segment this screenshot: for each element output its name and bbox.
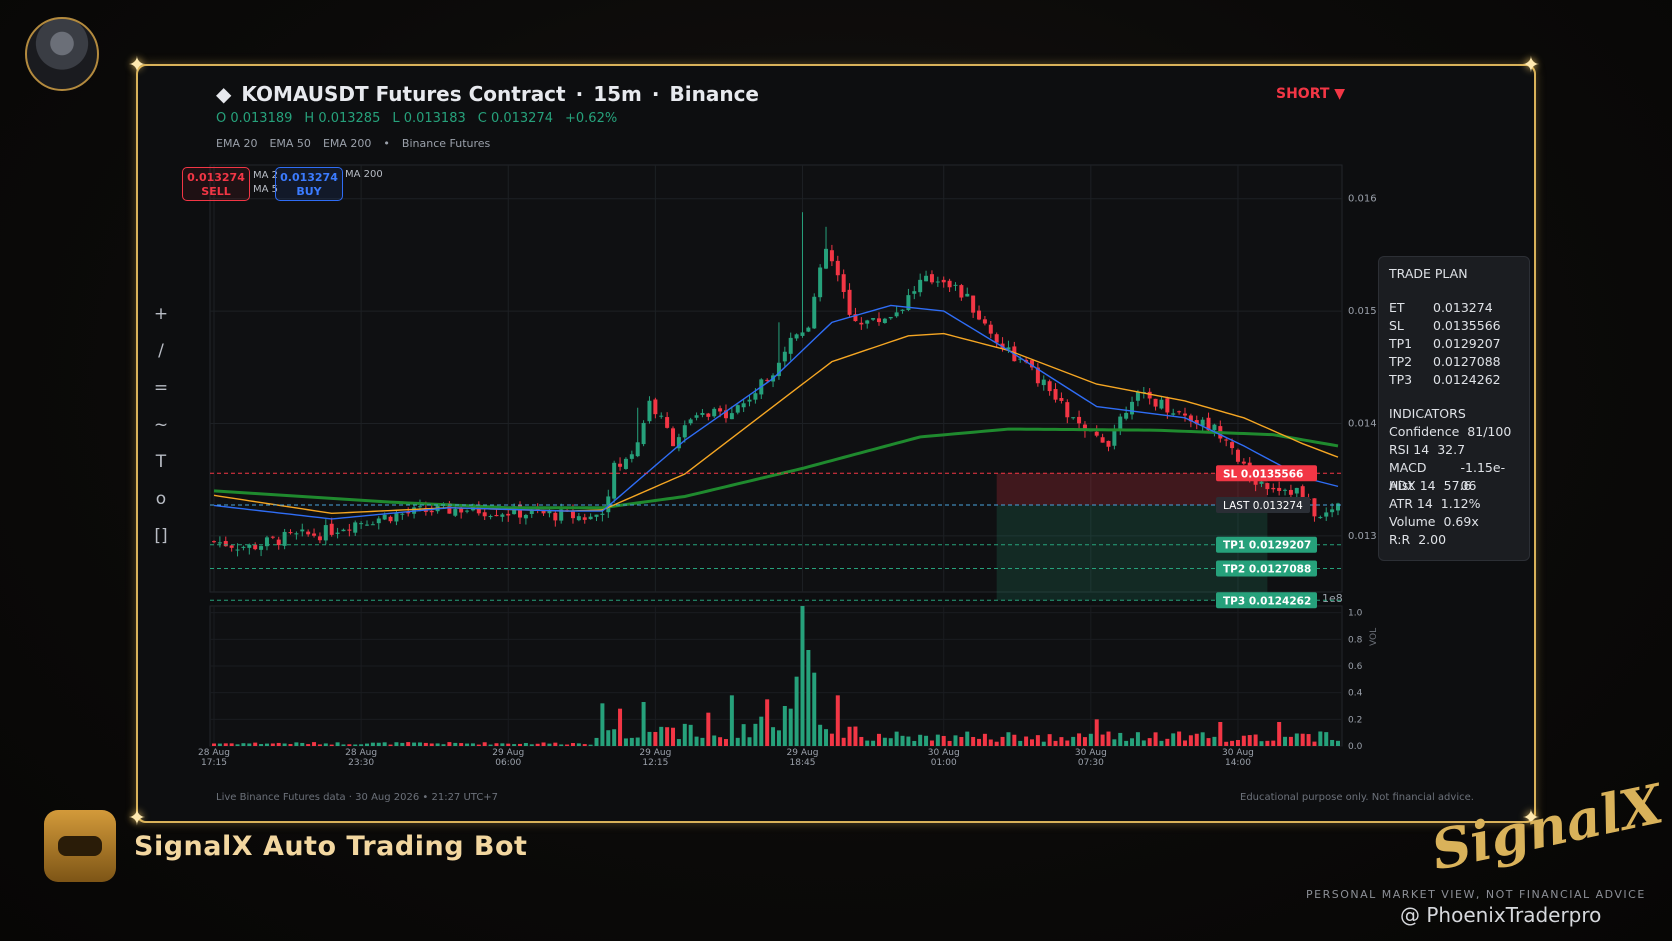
chart-title: ◆ KOMAUSDT Futures Contract · 15m · Bina… xyxy=(216,82,759,106)
indicator-row: ADX 14 57.6 xyxy=(1389,477,1519,495)
indicator-key: RSI 14 xyxy=(1389,442,1430,457)
indicator-legend: EMA 20 EMA 50 EMA 200 • Binance Futures xyxy=(216,137,491,150)
level-value: 0.0124262 xyxy=(1433,372,1501,387)
caret-down-icon: ▼ xyxy=(1334,86,1346,102)
indicator-key: Volume xyxy=(1389,514,1436,529)
level-row: TP3 0.0124262 xyxy=(1389,371,1519,389)
legend-ema200[interactable]: EMA 200 xyxy=(323,137,371,150)
level-value: 0.0127088 xyxy=(1433,354,1501,369)
indicator-key: MACD Hist xyxy=(1389,460,1427,493)
parallel-channel-tool[interactable]: = xyxy=(154,377,168,400)
footer-disclaimer: Educational purpose only. Not financial … xyxy=(1240,792,1474,803)
level-key: ET xyxy=(1389,300,1405,315)
level-row: TP2 0.0127088 xyxy=(1389,353,1519,371)
brand-disclaimer: PERSONAL MARKET VIEW, NOT FINANCIAL ADVI… xyxy=(1306,888,1646,901)
buy-price: 0.013274 xyxy=(280,171,338,184)
indicator-value: 57.6 xyxy=(1443,478,1472,493)
indicator-key: R:R xyxy=(1389,532,1411,547)
level-row: ET 0.013274 xyxy=(1389,299,1519,317)
level-key: TP2 xyxy=(1389,354,1413,369)
buy-button[interactable]: 0.013274 BUY xyxy=(275,167,343,201)
rectangle-tool[interactable]: [] xyxy=(154,525,167,548)
level-value: 0.013274 xyxy=(1433,300,1493,315)
circle-tool[interactable]: o xyxy=(156,488,166,511)
level-value: 0.0129207 xyxy=(1433,336,1501,351)
trade-plan-levels: ET 0.013274 SL 0.0135566 TP1 0.0129207 TP2 0.01… xyxy=(1389,299,1519,389)
indicator-value: 32.7 xyxy=(1437,442,1466,457)
indicator-key: ATR 14 xyxy=(1389,496,1433,511)
text-tool[interactable]: T xyxy=(156,451,166,474)
ohlc-change: +0.62% xyxy=(565,111,618,126)
indicator-key: Confidence xyxy=(1389,424,1460,439)
sell-label: SELL xyxy=(201,185,231,198)
brand-name: SignalX Auto Trading Bot xyxy=(134,830,528,862)
legend-ma200: MA 200 xyxy=(345,169,383,180)
sparkle-icon: ✦ xyxy=(127,53,147,78)
indicator-row: ATR 14 1.12% xyxy=(1389,495,1519,513)
symbol-title: KOMAUSDT Futures Contract xyxy=(241,82,566,106)
data-status: Live Binance Futures data · 30 Aug 2026 … xyxy=(216,792,499,803)
indicator-row: Volume 0.69x xyxy=(1389,513,1519,531)
trade-plan-panel: TRADE PLAN ET 0.013274 SL 0.0135566 TP1 0.012… xyxy=(1378,256,1530,561)
indicator-row: MACD Hist -1.15e-06 xyxy=(1389,459,1519,493)
sell-button[interactable]: 0.013274 SELL xyxy=(182,167,250,201)
indicator-row: RSI 14 32.7 xyxy=(1389,441,1519,459)
indicator-value: -1.15e-06 xyxy=(1460,460,1506,493)
indicator-value: 81/100 xyxy=(1467,424,1512,439)
exchange: Binance xyxy=(669,82,760,106)
interval[interactable]: 15m xyxy=(593,82,642,106)
ohlc-close: C 0.013274 xyxy=(477,111,553,126)
ohlc-readout: O 0.013189 H 0.013285 L 0.013183 C 0.013… xyxy=(216,111,617,126)
level-value: 0.0135566 xyxy=(1433,318,1501,333)
data-source: Binance Futures xyxy=(401,137,491,150)
indicator-value: 0.69x xyxy=(1443,514,1479,529)
indicator-value: 1.12% xyxy=(1440,496,1481,511)
level-key: TP3 xyxy=(1389,372,1413,387)
ohlc-high: H 0.013285 xyxy=(304,111,381,126)
brush-tool[interactable]: ~ xyxy=(154,414,168,437)
avatar xyxy=(25,17,99,91)
level-key: SL xyxy=(1389,318,1404,333)
sell-price: 0.013274 xyxy=(187,171,245,184)
ohlc-open: O 0.013189 xyxy=(216,111,293,126)
direction-dropdown[interactable]: SHORT ▼ xyxy=(1276,86,1345,102)
trade-plan-title: TRADE PLAN xyxy=(1389,266,1468,281)
robot-icon xyxy=(44,810,116,882)
trade-plan-indicators: Confidence 81/100 RSI 14 32.7 MACD Hist -1.15… xyxy=(1389,423,1519,549)
drawing-toolbar: + / = ~ T o [] xyxy=(150,303,172,548)
buy-label: BUY xyxy=(296,185,322,198)
ohlc-low: L 0.013183 xyxy=(392,111,466,126)
indicator-value: 2.00 xyxy=(1418,532,1447,547)
indicator-row: R:R 2.00 xyxy=(1389,531,1519,549)
diamond-icon: ◆ xyxy=(216,82,232,106)
legend-ema50[interactable]: EMA 50 xyxy=(269,137,310,150)
indicators-title: INDICATORS xyxy=(1389,406,1466,421)
indicator-row: Confidence 81/100 xyxy=(1389,423,1519,441)
trendline-tool[interactable]: / xyxy=(158,340,164,363)
level-row: SL 0.0135566 xyxy=(1389,317,1519,335)
level-key: TP1 xyxy=(1389,336,1413,351)
level-row: TP1 0.0129207 xyxy=(1389,335,1519,353)
legend-ema20[interactable]: EMA 20 xyxy=(216,137,257,150)
sparkle-icon: ✦ xyxy=(1521,53,1541,78)
brand-bar: SignalX Auto Trading Bot xyxy=(44,810,527,882)
direction-label: SHORT xyxy=(1276,86,1330,102)
indicator-key: ADX 14 xyxy=(1389,478,1436,493)
crosshair-tool[interactable]: + xyxy=(154,303,168,326)
watermark: @ PhoenixTraderpro xyxy=(1400,903,1602,927)
